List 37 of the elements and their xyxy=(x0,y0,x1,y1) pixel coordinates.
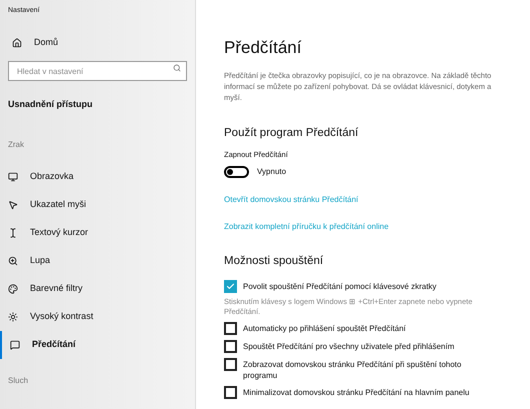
checkbox-label: Zobrazovat domovskou stránku Předčítání při spuštění tohoto programu xyxy=(243,358,462,381)
magnifier-icon xyxy=(8,256,18,266)
checkbox-label: Povolit spouštění Předčítání pomocí klávesové zkratky xyxy=(243,280,438,292)
group-label: Sluch xyxy=(7,375,30,387)
checkbox[interactable] xyxy=(224,358,237,371)
sidebar-item[interactable]: Předčítání xyxy=(0,331,195,359)
palette-icon xyxy=(8,284,18,294)
home-icon xyxy=(12,38,22,48)
checkbox[interactable] xyxy=(224,322,237,335)
toggle-switch[interactable] xyxy=(224,166,249,178)
checkbox-label: Spouštět Předčítání pro všechny uživatele před přihlášením xyxy=(243,340,456,352)
search-icon xyxy=(173,64,181,72)
section-heading: Použít program Předčítání xyxy=(224,126,360,141)
toggle-state: Vypnuto xyxy=(257,166,286,178)
home-link[interactable]: Domů xyxy=(0,36,195,50)
sidebar-item[interactable]: Obrazovka xyxy=(0,163,195,191)
section-heading: Možnosti spouštění xyxy=(224,254,324,268)
search-field[interactable]: Hledat v nastavení xyxy=(8,61,187,81)
page-title: Předčítání xyxy=(224,38,302,58)
monitor-icon xyxy=(8,172,18,182)
sun-icon xyxy=(8,312,18,322)
check-icon xyxy=(226,282,235,291)
checkbox[interactable] xyxy=(224,386,237,399)
checkbox[interactable] xyxy=(224,340,237,353)
group-label: Zrak xyxy=(7,139,25,151)
sidebar-item[interactable]: Textový kurzor xyxy=(0,219,195,247)
text-cursor-icon xyxy=(8,228,18,238)
mouse-pointer-icon xyxy=(8,200,18,210)
sidebar-item[interactable]: Vysoký kontrast xyxy=(0,303,195,331)
checkbox-label: Minimalizovat domovskou stránku Předčítání na hlavním panelu xyxy=(243,386,470,398)
sidebar-item[interactable]: Ukazatel myši xyxy=(0,191,195,219)
checkbox-label: Automaticky po přihlášení spouštět Předčítání xyxy=(243,322,407,334)
sidebar-item[interactable]: Lupa xyxy=(0,247,195,275)
checkbox[interactable] xyxy=(224,280,237,293)
speech-bubble-icon xyxy=(10,340,20,350)
sidebar-item[interactable]: Barevné filtry xyxy=(0,275,195,303)
section-heading: Usnadnění přístupu xyxy=(7,98,94,111)
